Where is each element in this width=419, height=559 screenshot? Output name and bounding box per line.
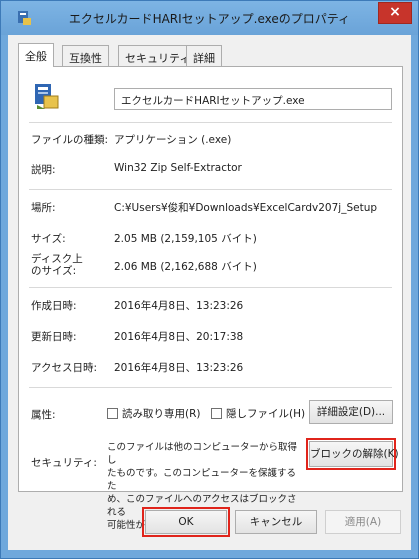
size-value: 2.05 MB (2,159,105 バイト) [114, 233, 257, 245]
installer-icon [35, 84, 59, 109]
ok-button[interactable]: OK [142, 507, 230, 537]
tab-general[interactable]: 全般 [18, 43, 54, 67]
location-value: C:¥Users¥俊和¥Downloads¥ExcelCardv207j_Set… [114, 202, 378, 214]
title-bar[interactable]: エクセルカードHARIセットアップ.exeのプロパティ × [1, 1, 418, 35]
disk-size-label: ディスク上 のサイズ: [31, 253, 83, 277]
close-button[interactable]: × [378, 2, 412, 24]
created-label: 作成日時: [31, 300, 77, 312]
divider [29, 122, 392, 123]
cancel-button[interactable]: キャンセル [235, 510, 317, 534]
size-label: サイズ: [31, 233, 66, 245]
file-name-field[interactable]: エクセルカードHARIセットアップ.exe [114, 88, 392, 110]
readonly-checkbox[interactable]: 読み取り専用(R) [107, 406, 201, 421]
description-value: Win32 Zip Self-Extractor [114, 162, 242, 174]
security-message-line1: このファイルは他のコンピューターから取得し [107, 442, 298, 466]
accessed-value: 2016年4月8日、13:23:26 [114, 362, 244, 374]
readonly-checkbox-box[interactable] [107, 408, 118, 419]
tab-details[interactable]: 詳細 [186, 45, 222, 66]
divider [29, 189, 392, 190]
readonly-checkbox-label: 読み取り専用(R) [122, 408, 201, 420]
location-label: 場所: [31, 202, 56, 214]
accessed-label: アクセス日時: [31, 362, 98, 374]
disk-size-label-line2: のサイズ: [31, 265, 77, 277]
apply-button[interactable]: 適用(A) [325, 510, 401, 534]
modified-label: 更新日時: [31, 331, 77, 343]
properties-dialog: エクセルカードHARIセットアップ.exeのプロパティ × 全般 互換性 セキュ… [0, 0, 419, 559]
created-value: 2016年4月8日、13:23:26 [114, 300, 244, 312]
advanced-button[interactable]: 詳細設定(D)... [309, 400, 393, 424]
unblock-button[interactable]: ブロックの解除(K) [306, 438, 399, 470]
window-title: エクセルカードHARIセットアップ.exeのプロパティ [68, 12, 351, 26]
type-label: ファイルの種類: [31, 134, 109, 146]
attributes-label: 属性: [31, 409, 56, 421]
divider [29, 387, 392, 388]
dialog-body: 全般 互換性 セキュリティ 詳細 エクセルカードHARIセットアップ.exe フ… [8, 35, 411, 550]
divider [29, 287, 392, 288]
tab-compatibility[interactable]: 互換性 [62, 45, 109, 66]
disk-size-label-line1: ディスク上 [31, 253, 83, 265]
hidden-checkbox-box[interactable] [211, 408, 222, 419]
security-label: セキュリティ: [31, 457, 97, 469]
description-label: 説明: [31, 164, 56, 176]
general-panel: エクセルカードHARIセットアップ.exe ファイルの種類: アプリケーション … [18, 66, 403, 531]
hidden-checkbox[interactable]: 隠しファイル(H) [211, 406, 305, 421]
hidden-checkbox-label: 隠しファイル(H) [226, 408, 306, 420]
security-message-line2: たものです。このコンピューターを保護するた [107, 468, 297, 492]
modified-value: 2016年4月8日、20:17:38 [114, 331, 244, 343]
type-value: アプリケーション (.exe) [114, 134, 232, 146]
disk-size-value: 2.06 MB (2,162,688 バイト) [114, 261, 257, 273]
